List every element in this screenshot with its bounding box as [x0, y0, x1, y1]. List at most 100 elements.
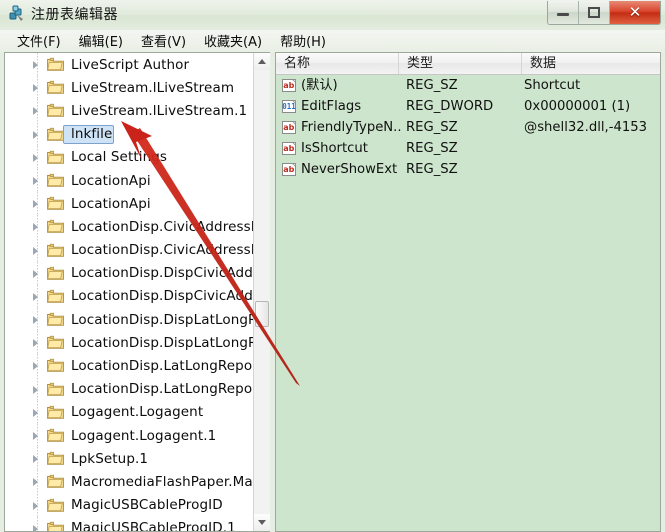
scroll-down-button[interactable] — [254, 514, 270, 531]
tree-item[interactable]: Logagent.Logagent.1 — [5, 424, 253, 447]
registry-editor-icon — [8, 5, 26, 23]
expand-arrow-icon[interactable] — [33, 385, 38, 394]
client-area: LiveScript Author LiveStream.lLiveStream L… — [0, 52, 665, 532]
column-header-type[interactable]: 类型 — [399, 53, 522, 74]
minimize-button[interactable] — [548, 1, 579, 24]
string-value-icon: ab — [282, 141, 297, 156]
tree-item-selected[interactable]: lnkfile — [5, 122, 253, 146]
value-data: @shell32.dll,-4153 — [524, 120, 648, 135]
expand-arrow-icon[interactable] — [33, 223, 38, 232]
tree-item[interactable]: Logagent.Logagent — [5, 400, 253, 424]
expand-arrow-icon[interactable] — [33, 200, 38, 209]
folder-icon — [47, 103, 64, 118]
value-row[interactable]: ab IsShortcut REG_SZ — [276, 138, 660, 159]
tree-item[interactable]: LocationDisp.DispCivicAddre — [5, 261, 253, 285]
column-header-data[interactable]: 数据 — [522, 53, 660, 74]
menu-bar: 文件(F) 编辑(E) 查看(V) 收藏夹(A) 帮助(H) — [0, 30, 665, 52]
menu-help[interactable]: 帮助(H) — [271, 30, 335, 52]
menu-file[interactable]: 文件(F) — [8, 30, 70, 52]
value-row[interactable]: 011 EditFlags REG_DWORD 0x00000001 (1) — [276, 96, 660, 117]
expand-arrow-icon[interactable] — [33, 432, 38, 440]
expand-arrow-icon[interactable] — [33, 316, 38, 325]
tree-item-label: LiveScript Author — [71, 56, 190, 73]
maximize-button[interactable] — [579, 1, 610, 24]
folder-icon — [47, 382, 64, 396]
tree-item[interactable]: LocationDisp.DispCivicAddre — [5, 284, 253, 308]
value-row[interactable]: ab NeverShowExt REG_SZ — [276, 159, 660, 180]
tree-item[interactable]: LiveStream.lLiveStream — [5, 76, 253, 100]
tree-item[interactable]: LocationDisp.CivicAddressR — [5, 215, 253, 239]
expand-arrow-icon[interactable] — [33, 107, 38, 116]
expand-arrow-icon[interactable] — [33, 176, 38, 185]
tree-item[interactable]: LocationApi — [5, 168, 253, 192]
folder-icon — [47, 266, 64, 280]
expand-arrow-icon[interactable] — [33, 61, 38, 69]
expand-arrow-icon[interactable] — [33, 501, 38, 510]
tree-item[interactable]: LocationApi — [5, 192, 253, 216]
menu-edit[interactable]: 编辑(E) — [70, 30, 132, 52]
folder-icon — [47, 243, 64, 257]
expand-arrow-icon[interactable] — [33, 153, 38, 162]
tree-item[interactable]: MacromediaFlashPaper.Mac — [5, 470, 253, 494]
close-button[interactable]: ✕ — [610, 1, 660, 24]
value-row[interactable]: ab (默认) REG_SZ Shortcut — [276, 75, 660, 96]
registry-tree-panel[interactable]: LiveScript Author LiveStream.lLiveStream L… — [4, 52, 270, 532]
folder-icon — [47, 428, 64, 442]
string-value-icon: ab — [282, 162, 297, 177]
tree-item[interactable]: LocationDisp.DispLatLongRe — [5, 331, 253, 355]
expand-arrow-icon[interactable] — [33, 524, 38, 531]
folder-icon — [47, 173, 64, 187]
menu-favorites[interactable]: 收藏夹(A) — [195, 30, 271, 52]
scrollbar-thumb[interactable] — [255, 301, 269, 327]
value-type: REG_SZ — [406, 162, 458, 177]
value-data: Shortcut — [524, 78, 581, 93]
value-data — [524, 159, 660, 180]
registry-values-panel[interactable]: 名称 类型 数据 ab (默认) REG_SZ Shortcut 011 EditFlag… — [275, 52, 661, 532]
value-name: (默认) — [301, 78, 338, 93]
svg-text:ab: ab — [283, 123, 294, 132]
value-row[interactable]: ab FriendlyTypeN... REG_SZ @shell32.dll,-41… — [276, 117, 660, 138]
tree-item-label: Local Settings — [71, 149, 168, 166]
expand-arrow-icon[interactable] — [33, 339, 38, 348]
scroll-up-button[interactable] — [254, 53, 270, 70]
tree-item[interactable]: MagicUSBCableProgID.1 — [5, 516, 253, 531]
expand-arrow-icon[interactable] — [33, 408, 38, 417]
expand-arrow-icon[interactable] — [33, 478, 38, 487]
expand-arrow-icon[interactable] — [33, 362, 38, 371]
expand-arrow-icon[interactable] — [33, 84, 38, 93]
expand-arrow-icon[interactable] — [33, 292, 38, 301]
window-title: 注册表编辑器 — [31, 7, 118, 23]
tree-item[interactable]: LiveStream.lLiveStream.1 — [5, 99, 253, 123]
folder-icon — [47, 405, 64, 419]
tree-item[interactable]: LocationDisp.LatLongReport — [5, 354, 253, 378]
value-data — [524, 138, 660, 159]
expand-arrow-icon[interactable] — [33, 269, 38, 278]
tree-item[interactable]: LocationDisp.LatLongReport — [5, 377, 253, 401]
tree-item-label: Logagent.Logagent — [71, 404, 204, 421]
tree-item[interactable]: LiveScript Author — [5, 53, 253, 76]
tree-item[interactable]: LocationDisp.CivicAddressR — [5, 238, 253, 262]
tree-vertical-scrollbar[interactable] — [253, 53, 270, 531]
svg-text:ab: ab — [283, 81, 294, 90]
caption-button-group: ✕ — [547, 1, 661, 25]
folder-icon — [47, 219, 64, 234]
expand-arrow-icon[interactable] — [33, 130, 38, 139]
maximize-icon — [588, 7, 600, 18]
tree-item-label: LocationApi — [71, 195, 151, 212]
tree-item-label: LpkSetup.1 — [71, 450, 149, 467]
folder-icon — [47, 451, 64, 465]
expand-arrow-icon[interactable] — [33, 455, 38, 464]
registry-tree-list: LiveScript Author LiveStream.lLiveStream L… — [5, 53, 253, 531]
expand-arrow-icon[interactable] — [33, 246, 38, 255]
folder-icon — [47, 80, 64, 94]
svg-text:ab: ab — [283, 165, 294, 174]
tree-item[interactable]: LocationDisp.DispLatLongRe — [5, 308, 253, 332]
menu-view[interactable]: 查看(V) — [132, 30, 195, 52]
tree-item[interactable]: Local Settings — [5, 145, 253, 169]
chevron-down-icon — [258, 520, 266, 525]
title-bar[interactable]: 注册表编辑器 ✕ — [0, 0, 665, 30]
folder-icon — [47, 57, 64, 71]
tree-item[interactable]: LpkSetup.1 — [5, 447, 253, 471]
column-header-name[interactable]: 名称 — [276, 53, 399, 74]
tree-item[interactable]: MagicUSBCableProgID — [5, 493, 253, 517]
